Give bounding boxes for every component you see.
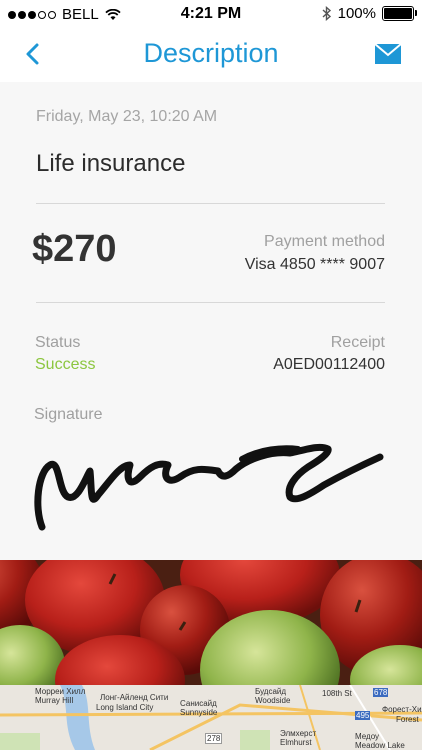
map-label: Sunnyside bbox=[180, 708, 218, 717]
transaction-title: Life insurance bbox=[36, 150, 186, 177]
map-label: Санисайд bbox=[180, 699, 217, 708]
signature-label: Signature bbox=[34, 406, 103, 423]
status-label: Status bbox=[35, 334, 81, 351]
mail-icon[interactable] bbox=[374, 42, 402, 66]
map-label: Форест-Хилс bbox=[382, 705, 422, 714]
status-value: Success bbox=[35, 356, 96, 373]
map-label: Woodside bbox=[255, 696, 291, 705]
page-title: Description bbox=[143, 38, 279, 68]
divider bbox=[36, 203, 385, 204]
map-label: 108th St bbox=[322, 689, 352, 698]
battery-fill bbox=[384, 8, 412, 19]
payment-method-value: Visa 4850 **** 9007 bbox=[244, 256, 385, 273]
navigation-bar: Description bbox=[0, 30, 422, 82]
map-label: Будсайд bbox=[255, 687, 287, 696]
map-label: Элмхерст bbox=[280, 729, 317, 738]
status-bar: BELL 4:21 PM 100% bbox=[0, 0, 422, 30]
map-strip: Морреи Хилл Murray Hill Лонг-Айленд Сити… bbox=[0, 685, 422, 750]
map-label: 278 bbox=[205, 733, 223, 744]
signature-image bbox=[34, 443, 384, 531]
map-label: Forest bbox=[396, 715, 419, 724]
status-right: 100% bbox=[322, 5, 417, 22]
transaction-amount: $270 bbox=[32, 228, 117, 270]
payment-method-label: Payment method bbox=[264, 233, 385, 250]
bluetooth-icon bbox=[322, 6, 331, 21]
transaction-date: Friday, May 23, 10:20 AM bbox=[36, 108, 218, 125]
map-label: Murray Hill bbox=[35, 696, 74, 705]
battery-icon bbox=[382, 6, 417, 21]
map-label: Long Island City bbox=[96, 703, 154, 712]
map-label: Лонг-Айленд Сити bbox=[100, 693, 169, 702]
battery-percent: 100% bbox=[337, 5, 376, 22]
transaction-card: Friday, May 23, 10:20 AM Life insurance … bbox=[0, 82, 422, 567]
divider bbox=[36, 302, 385, 303]
map-label: 495 bbox=[355, 711, 371, 720]
map-label: Meadow Lake bbox=[355, 741, 405, 750]
receipt-value: A0ED00112400 bbox=[273, 356, 385, 373]
receipt-label: Receipt bbox=[330, 334, 385, 351]
background-photo-apples bbox=[0, 560, 422, 685]
map-label: Морреи Хилл bbox=[35, 687, 86, 696]
map-label: Elmhurst bbox=[280, 738, 312, 747]
map-label: 678 bbox=[373, 688, 389, 697]
map-label: Медоу bbox=[355, 732, 380, 741]
